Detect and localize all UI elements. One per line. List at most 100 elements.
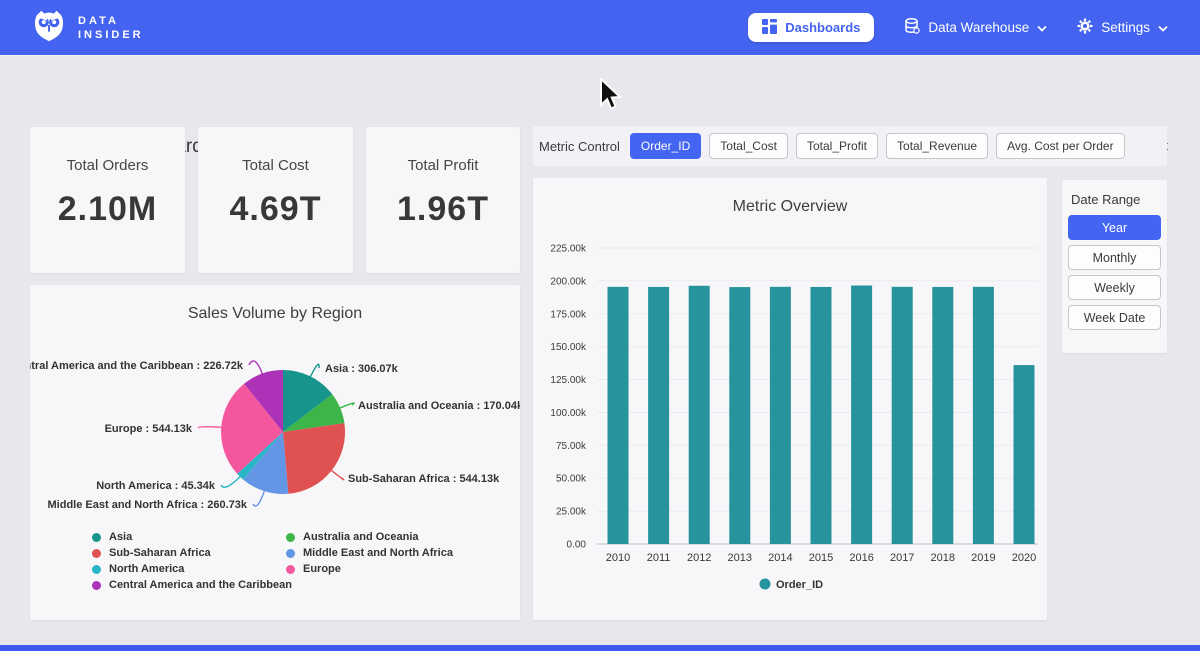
bar: [729, 287, 750, 544]
pie-chart-title: Sales Volume by Region: [30, 305, 520, 323]
nav-settings[interactable]: Settings: [1077, 18, 1168, 37]
x-axis-tick-label: 2020: [1012, 552, 1036, 564]
metric-control-label: Metric Control: [539, 139, 620, 154]
footer-bar: [0, 645, 1200, 651]
date-range-label: Date Range: [1071, 192, 1161, 207]
dashboard-header: Sales Dashboard Add Filter Boost: Off: [0, 55, 1200, 124]
x-axis-tick-label: 2010: [606, 552, 630, 564]
legend-label: Australia and Oceania: [303, 531, 419, 543]
x-axis-tick-label: 2019: [971, 552, 995, 564]
bar: [973, 287, 994, 544]
bar-chart-legend[interactable]: Order_ID: [760, 579, 824, 592]
bar: [851, 285, 872, 544]
metric-buttons: Order_ID Total_Cost Total_Profit Total_Reve…: [630, 133, 1125, 159]
nav-dashboards-label: Dashboards: [785, 20, 860, 35]
metric-option-button[interactable]: Total_Revenue: [886, 133, 988, 159]
legend-dot-icon: [92, 581, 101, 590]
x-axis-tick-label: 2015: [809, 552, 833, 564]
date-range-option-button[interactable]: Week Date: [1068, 305, 1161, 330]
database-icon: [904, 18, 920, 37]
kpi-label: Total Cost: [242, 157, 309, 174]
legend-label: Europe: [303, 563, 341, 575]
pie-legend-item[interactable]: Europe: [286, 563, 453, 575]
pie-legend-item[interactable]: Sub-Saharan Africa: [92, 547, 292, 559]
legend-dot-icon: [286, 533, 295, 542]
brand[interactable]: DATA INSIDER: [30, 6, 144, 49]
pie-slice-label: Middle East and North Africa : 260.73k: [48, 499, 248, 511]
pie-legend-column-1: Asia Sub-Saharan Africa North America Ce…: [92, 531, 292, 591]
legend-dot-icon: [760, 579, 771, 590]
date-range-card: Date Range Year Monthly Weekly Week Date: [1062, 180, 1167, 353]
legend-dot-icon: [92, 533, 101, 542]
owl-logo-icon: [30, 6, 68, 49]
legend-dot-icon: [286, 549, 295, 558]
kpi-label: Total Profit: [408, 157, 479, 174]
pie-chart-card: Sales Volume by Region Asia : 306.07k Aus…: [30, 285, 520, 620]
x-axis-tick-label: 2018: [931, 552, 955, 564]
bar: [1014, 365, 1035, 544]
brand-name: DATA INSIDER: [78, 14, 144, 42]
pie-slice-label: Europe : 544.13k: [105, 423, 193, 435]
legend-label: Asia: [109, 531, 132, 543]
y-axis-tick-label: 200.00k: [550, 276, 587, 287]
sales-dashboard-page: DATA INSIDER Dashboards: [0, 0, 1200, 651]
date-range-option-button[interactable]: Weekly: [1068, 275, 1161, 300]
x-axis-tick-label: 2014: [768, 552, 792, 564]
top-nav-menu: Dashboards Data Warehouse: [748, 13, 1168, 42]
pie-legend-item[interactable]: Australia and Oceania: [286, 531, 453, 543]
metric-option-button[interactable]: Total_Profit: [796, 133, 878, 159]
pie-legend-item[interactable]: North America: [92, 563, 292, 575]
date-range-option-button[interactable]: Monthly: [1068, 245, 1161, 270]
y-axis-tick-label: 50.00k: [556, 474, 587, 485]
nav-data-warehouse[interactable]: Data Warehouse: [904, 18, 1047, 37]
date-range-buttons: Year Monthly Weekly Week Date: [1068, 215, 1161, 330]
x-axis-tick-label: 2013: [728, 552, 752, 564]
kpi-card: Total Profit 1.96T: [366, 127, 520, 273]
pie-legend-item[interactable]: Central America and the Caribbean: [92, 579, 292, 591]
chevron-down-icon: [1037, 20, 1047, 35]
y-axis-tick-label: 25.00k: [556, 507, 587, 518]
legend-dot-icon: [92, 565, 101, 574]
legend-label: Middle East and North Africa: [303, 547, 453, 559]
legend-label: Sub-Saharan Africa: [109, 547, 211, 559]
y-axis-tick-label: 0.00: [567, 540, 587, 551]
legend-dot-icon: [92, 549, 101, 558]
date-range-option-button[interactable]: Year: [1068, 215, 1161, 240]
kpi-value: 2.10M: [58, 190, 158, 229]
nav-settings-label: Settings: [1101, 20, 1150, 35]
pie-label-leader: [198, 427, 225, 428]
pie-slice-label: Sub-Saharan Africa : 544.13k: [348, 473, 500, 485]
bar: [892, 287, 913, 544]
metric-option-button[interactable]: Avg. Cost per Order: [996, 133, 1125, 159]
nav-dashboards-button[interactable]: Dashboards: [748, 13, 874, 42]
pie-slice-label: Asia : 306.07k: [325, 363, 399, 375]
bar: [689, 286, 710, 544]
bar-chart-card: Metric Overview 0.0025.00k50.00k75.00k10…: [533, 178, 1047, 620]
pie-slice-label: Central America and the Caribbean : 226.…: [30, 360, 244, 372]
bar: [770, 287, 791, 544]
pie-label-leader: [309, 364, 319, 380]
metric-option-button[interactable]: Total_Cost: [709, 133, 788, 159]
pie-legend-item[interactable]: Asia: [92, 531, 292, 543]
kpi-label: Total Orders: [67, 157, 149, 174]
legend-label: Order_ID: [776, 579, 823, 591]
bar: [608, 287, 629, 544]
x-axis-tick-label: 2016: [849, 552, 873, 564]
pie-slice-label: North America : 45.34k: [96, 480, 216, 492]
metric-option-button[interactable]: Order_ID: [630, 133, 701, 159]
y-axis-tick-label: 150.00k: [550, 342, 587, 353]
pie-legend-column-2: Australia and Oceania Middle East and No…: [286, 531, 453, 575]
y-axis-tick-label: 225.00k: [550, 244, 587, 255]
bar: [932, 287, 953, 544]
x-axis-tick-label: 2011: [647, 552, 671, 564]
top-nav: DATA INSIDER Dashboards: [0, 0, 1200, 55]
bar-chart: 0.0025.00k50.00k75.00k100.00k125.00k150.…: [533, 178, 1047, 620]
y-axis-tick-label: 175.00k: [550, 309, 587, 320]
y-axis-tick-label: 125.00k: [550, 375, 587, 386]
y-axis-tick-label: 100.00k: [550, 408, 587, 419]
bar: [811, 287, 832, 544]
chevron-down-icon: [1158, 20, 1168, 35]
pie-legend-item[interactable]: Middle East and North Africa: [286, 547, 453, 559]
x-axis-tick-label: 2012: [687, 552, 711, 564]
legend-label: North America: [109, 563, 184, 575]
